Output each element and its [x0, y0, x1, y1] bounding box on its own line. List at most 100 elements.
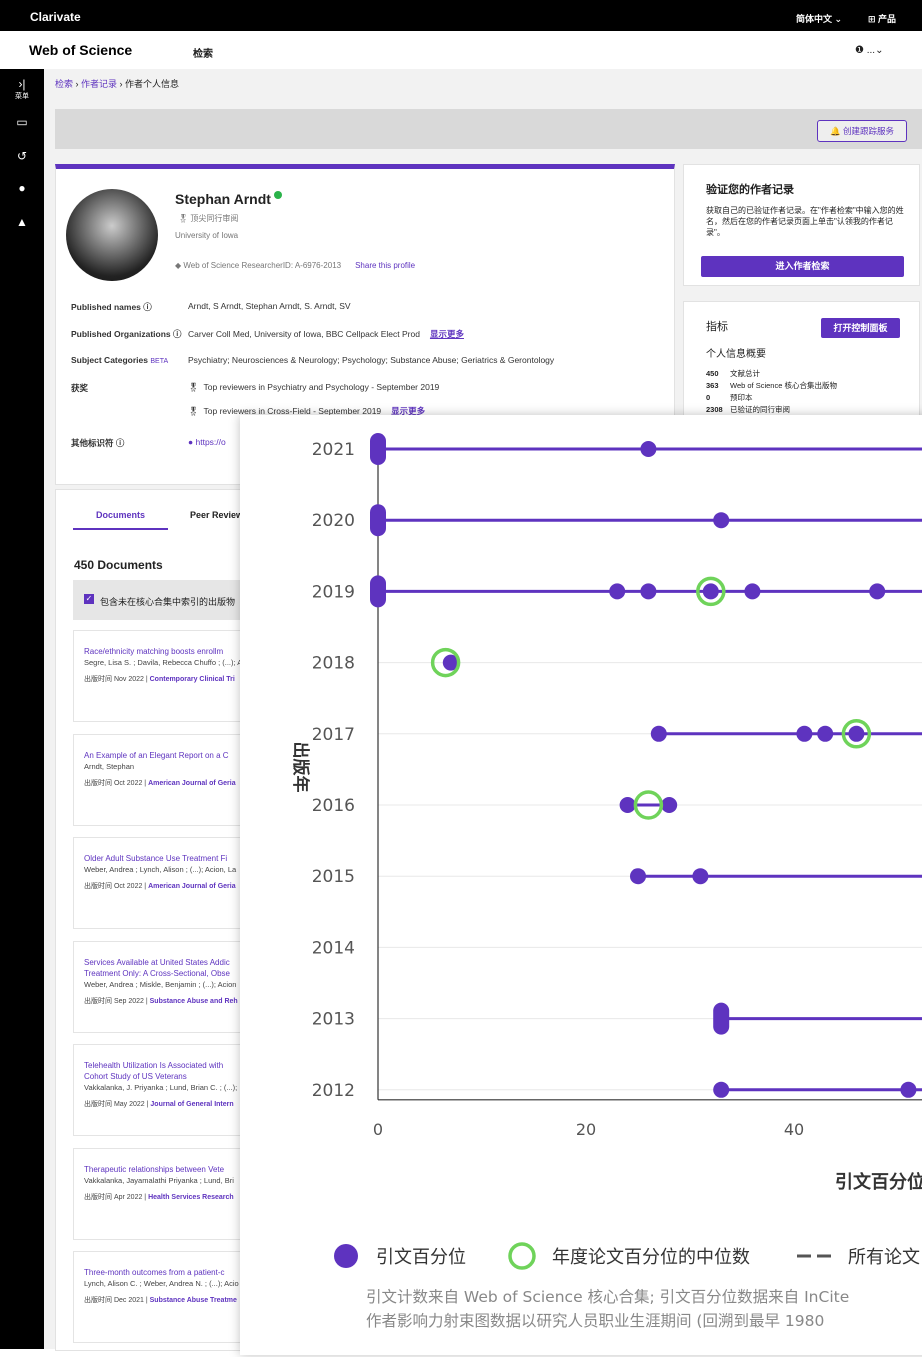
user-menu[interactable]: ❶ ...⌄: [855, 45, 883, 56]
impact-beam-chart: 2021 2020 2019 2018 2017 2016 2015 2014 2013 2012…: [240, 415, 922, 1355]
doc-authors: Arndt, Stephan: [84, 761, 135, 771]
data-point: [702, 583, 719, 600]
data-point: [661, 797, 678, 813]
clarivate-logo[interactable]: Clarivate: [30, 10, 81, 24]
y-tick-label: 2016: [312, 796, 355, 816]
y-tick-label: 2019: [312, 582, 355, 602]
data-point: [713, 1081, 730, 1098]
metrics-title: 指标: [706, 321, 728, 333]
chart-svg: 2021 2020 2019 2018 2017 2016 2015 2014 2013 2012…: [290, 433, 922, 1330]
wos-brand[interactable]: Web of Science: [29, 42, 132, 58]
open-dashboard-button[interactable]: 打开控制面板: [821, 318, 900, 338]
data-point: [650, 725, 667, 742]
share-profile-link[interactable]: Share this profile: [355, 261, 415, 270]
data-point: [869, 583, 886, 600]
data-point: [713, 512, 730, 529]
data-point: [692, 868, 709, 885]
researcher-id: ◆ Web of Science ResearcherID: A-6976-20…: [175, 261, 416, 270]
data-point: [713, 1002, 730, 1035]
metric-row: 363 Web of Science 核心合集出版物: [706, 381, 837, 390]
avatar: [66, 189, 158, 281]
doc-authors: Vakkalanka, Jayamalathi Priyanka ; Lund,…: [84, 1175, 234, 1185]
tab-peer-review[interactable]: Peer Review: [190, 510, 243, 520]
data-point: [609, 583, 626, 600]
tab-documents[interactable]: Documents: [73, 510, 169, 530]
menu-toggle[interactable]: ›| 菜单: [0, 77, 44, 101]
data-point: [848, 725, 865, 742]
data-point: [370, 575, 386, 608]
profile-name: Stephan Arndt: [175, 191, 282, 207]
y-tick-label: 2013: [312, 1010, 355, 1030]
show-more-orgs[interactable]: 显示更多: [430, 329, 464, 339]
doc-journal[interactable]: Health Services Research: [148, 1194, 234, 1201]
legend-dot-icon: [334, 1244, 358, 1268]
x-tick-label: 40: [784, 1120, 804, 1139]
metric-row: 450 文献总计: [706, 369, 760, 378]
metric-row: 2308 已验证的同行审阅: [706, 405, 790, 414]
profile-icon[interactable]: ●: [0, 181, 44, 195]
data-point: [619, 797, 636, 813]
doc-pub: 出版时间 Sep 2022 | Substance Abuse and Reh: [84, 997, 238, 1005]
y-tick-label: 2015: [312, 867, 355, 887]
doc-pub: 出版时间 Dec 2021 | Substance Abuse Treatme: [84, 1297, 237, 1304]
metric-row: 0 预印本: [706, 393, 753, 402]
doc-journal[interactable]: Substance Abuse and Reh: [150, 998, 238, 1005]
x-tick-label: 0: [373, 1120, 383, 1139]
x-axis-label: 引文百分位: [835, 1171, 922, 1193]
y-tick-label: 2020: [312, 511, 355, 531]
verify-title: 验证您的作者记录: [706, 184, 794, 196]
verified-icon: [273, 191, 282, 199]
app-header: Web of Science 检索 ❶ ...⌄: [0, 31, 922, 70]
verify-card: 验证您的作者记录 获取自己的已验证作者记录。在"作者检索"中输入您的姓名，然后在…: [683, 164, 920, 286]
y-tick-label: 2018: [312, 654, 355, 674]
top-bar: Clarivate 简体中文 ⌄ ⊞ 产品: [0, 0, 922, 31]
doc-authors: Weber, Andrea ; Miskle, Benjamin ; (...)…: [84, 979, 237, 989]
data-point: [370, 504, 386, 537]
checkbox-icon[interactable]: ✓: [84, 594, 94, 604]
doc-authors: Vakkalanka, J. Priyanka ; Lund, Brian C.…: [84, 1083, 238, 1092]
x-tick-label: 20: [576, 1120, 596, 1139]
footnote: 作者影响力射束图数据以研究人员职业生涯期间 (回溯到最早 1980: [366, 1312, 824, 1330]
doc-pub: 出版时间 May 2022 | Journal of General Inter…: [84, 1101, 234, 1108]
legend-ring-icon: [508, 1242, 536, 1270]
peer-review-badge: 🎖 顶尖同行审阅: [178, 214, 239, 223]
crumb-current: 作者个人信息: [125, 79, 180, 89]
legend-label: 所有论文: [848, 1247, 920, 1268]
crumb-search[interactable]: 检索: [55, 79, 73, 89]
y-tick-label: 2014: [312, 938, 355, 958]
products-menu[interactable]: ⊞ 产品: [868, 12, 896, 25]
y-tick-label: 2012: [312, 1081, 355, 1101]
search-link[interactable]: 检索: [193, 45, 213, 60]
left-rail: ›| 菜单 ▭ ↺ ● ▲: [0, 69, 44, 1349]
bell-icon[interactable]: ▲: [0, 215, 44, 229]
y-axis-label: 出版年: [290, 742, 311, 793]
verify-desc: 获取自己的已验证作者记录。在"作者检索"中输入您的姓名，然后在您的作者记录页面上…: [706, 206, 904, 237]
history-icon[interactable]: ↺: [0, 149, 44, 163]
create-alert-button[interactable]: 🔔 创建跟踪服务: [817, 120, 907, 142]
y-tick-label: 2017: [312, 725, 355, 745]
doc-authors: Segre, Lisa S. ; Davila, Rebecca Chuffo …: [84, 658, 243, 667]
folder-icon[interactable]: ▭: [0, 115, 44, 129]
doc-journal[interactable]: American Journal of Geria: [148, 883, 236, 890]
doc-journal[interactable]: Substance Abuse Treatme: [150, 1297, 237, 1304]
doc-pub: 出版时间 Oct 2022 | American Journal of Geri…: [84, 779, 236, 787]
language-selector[interactable]: 简体中文 ⌄: [796, 12, 842, 25]
doc-journal[interactable]: American Journal of Geria: [148, 780, 236, 787]
data-point: [900, 1081, 917, 1098]
doc-count: 450 Documents: [74, 558, 163, 572]
doc-pub: 出版时间 Oct 2022 | American Journal of Geri…: [84, 883, 236, 890]
doc-pub: 出版时间 Apr 2022 | Health Services Research: [84, 1193, 234, 1201]
doc-journal[interactable]: Journal of General Intern: [150, 1101, 233, 1108]
university: University of Iowa: [175, 231, 239, 240]
legend-label: 年度论文百分位的中位数: [552, 1247, 750, 1268]
doc-journal[interactable]: Contemporary Clinical Tri: [150, 676, 235, 683]
doc-pub: 出版时间 Nov 2022 | Contemporary Clinical Tr…: [84, 676, 235, 683]
banner: [55, 109, 922, 149]
data-point: [640, 441, 657, 457]
author-search-button[interactable]: 进入作者检索: [701, 256, 904, 277]
doc-authors: Lynch, Alison C. ; Weber, Andrea N. ; (.…: [84, 1279, 239, 1288]
data-point: [796, 725, 813, 742]
crumb-author-record[interactable]: 作者记录: [81, 79, 117, 89]
data-point: [640, 583, 657, 600]
data-point: [630, 868, 646, 885]
